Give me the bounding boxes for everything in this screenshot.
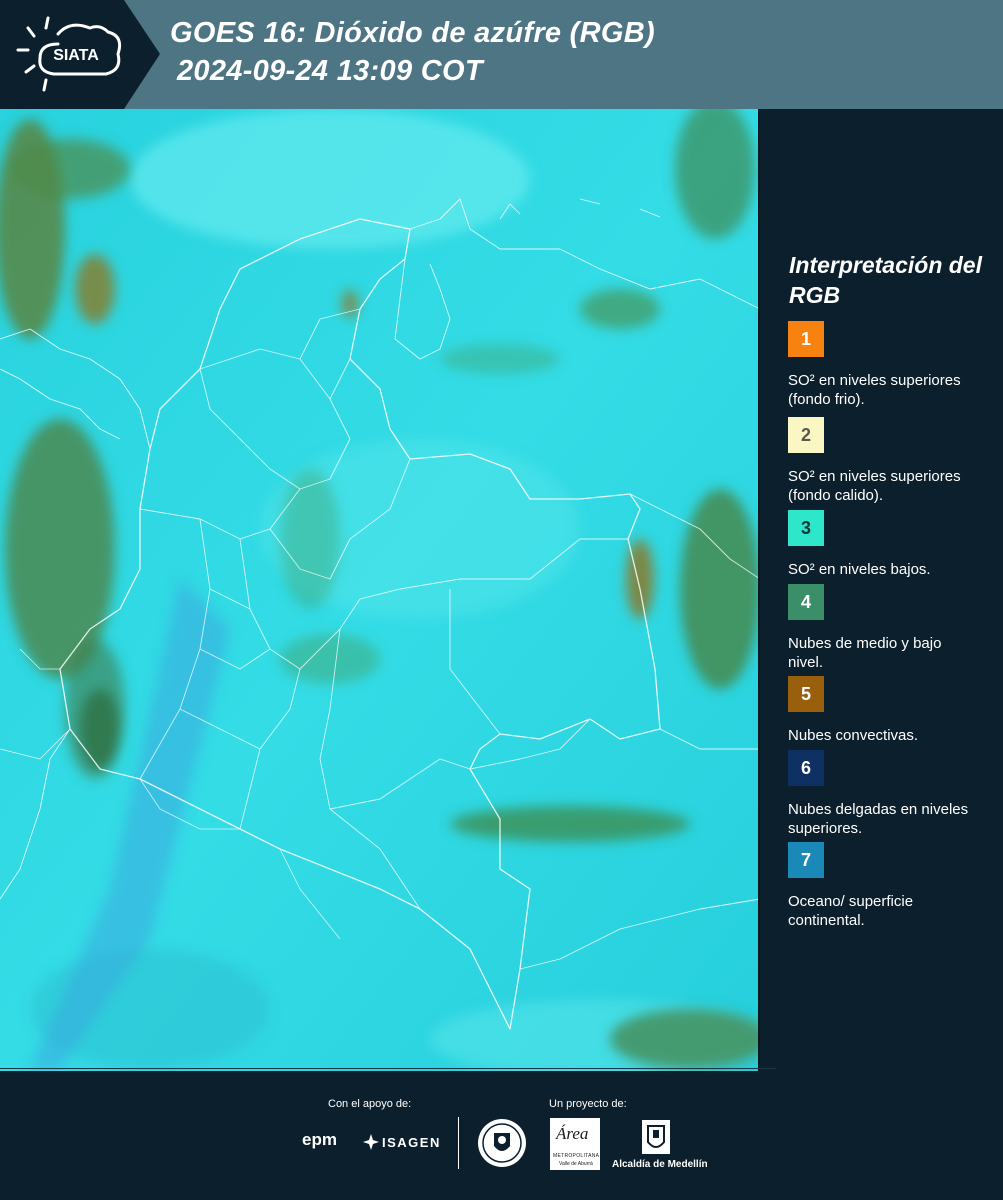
legend-label: SO² en niveles superiores (fondo frio). — [788, 372, 961, 408]
legend-swatch: 4 — [788, 584, 824, 620]
legend-item-6: 6 Nubes delgadas en niveles superiores. — [788, 750, 993, 838]
legend-label: SO² en niveles superiores (fondo calido)… — [788, 468, 961, 504]
map-title: GOES 16: Dióxido de azúfre (RGB) — [170, 17, 655, 49]
isagen-logo: ISAGEN — [382, 1135, 441, 1150]
legend-item-3: 3 SO² en niveles bajos. — [788, 510, 993, 579]
legend-swatch: 7 — [788, 842, 824, 878]
alcaldia-logo-text: Alcaldía de Medellín — [612, 1159, 708, 1170]
logo-divider — [458, 1117, 459, 1169]
legend-number: 3 — [800, 517, 811, 538]
legend-item-5: 5 Nubes convectivas. — [788, 676, 993, 745]
legend-number: 4 — [800, 591, 811, 612]
support-label: Con el apoyo de: — [328, 1098, 412, 1110]
alcaldia-crest-icon — [642, 1120, 670, 1154]
legend-label: Oceano/ superficie continental. — [788, 893, 914, 929]
legend-swatch: 2 — [788, 417, 824, 453]
legend-number: 6 — [800, 757, 811, 778]
epm-logo: epm — [302, 1130, 337, 1149]
satellite-map[interactable] — [0, 109, 760, 1071]
legend-item-4: 4 Nubes de medio y bajo nivel. — [788, 584, 993, 672]
legend-number: 2 — [800, 424, 811, 445]
area-metropolitana-logo: Área METROPOLITANA Valle de Aburrá — [550, 1118, 600, 1170]
page: SIATA GOES 16: Dióxido de azúfre (RGB) 2… — [0, 0, 1003, 1200]
legend-label: Nubes de medio y bajo nivel. — [788, 635, 942, 671]
svg-text:SIATA: SIATA — [53, 47, 99, 64]
medellin-seal-icon — [478, 1119, 526, 1167]
project-label: Un proyecto de: — [549, 1098, 627, 1110]
legend-item-1: 1 SO² en niveles superiores (fondo frio)… — [788, 321, 993, 409]
legend-swatch: 3 — [788, 510, 824, 546]
legend-title: Interpretación del RGB — [789, 252, 982, 308]
legend-item-2: 2 SO² en niveles superiores (fondo calid… — [788, 417, 993, 505]
legend-swatch: 5 — [788, 676, 824, 712]
legend-swatch: 6 — [788, 750, 824, 786]
legend-label: Nubes convectivas. — [788, 727, 919, 744]
legend-number: 5 — [800, 683, 811, 704]
siata-logo: SIATA — [16, 16, 122, 92]
legend-panel: Interpretación del RGB 1 SO² en niveles … — [776, 110, 1003, 1070]
legend-swatch: 1 — [788, 321, 824, 357]
footer-divider — [0, 1068, 776, 1069]
legend-label: SO² en niveles bajos. — [788, 561, 931, 578]
legend-number: 7 — [800, 849, 811, 870]
legend-label: Nubes delgadas en niveles superiores. — [788, 801, 969, 837]
legend-number: 1 — [800, 328, 811, 349]
isagen-mark-icon — [363, 1134, 379, 1150]
map-timestamp: 2024-09-24 13:09 COT — [177, 55, 483, 87]
legend-item-7: 7 Oceano/ superficie continental. — [788, 842, 993, 930]
